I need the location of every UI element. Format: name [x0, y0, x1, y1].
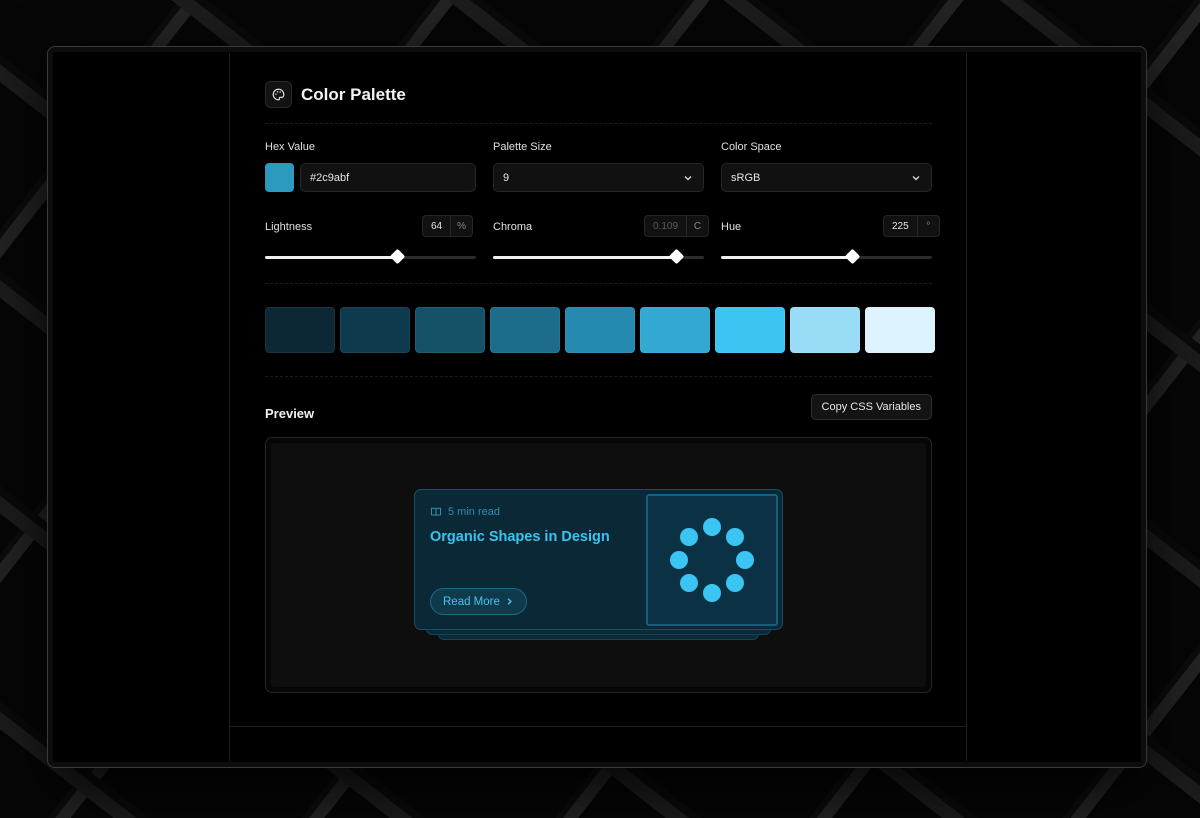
spinner-dot	[703, 518, 721, 536]
lightness-value: 64	[431, 220, 443, 232]
hex-value-label: Hex Value	[265, 141, 315, 153]
hue-value: 225	[892, 220, 909, 232]
hue-unit: °	[916, 216, 939, 236]
chevron-right-icon	[507, 598, 512, 605]
palette-swatches	[265, 307, 935, 353]
read-more-button[interactable]: Read More	[430, 588, 527, 615]
spinner-dot	[679, 527, 698, 546]
color-space-select[interactable]: sRGB	[721, 163, 932, 192]
hue-number-input[interactable]: 225 °	[883, 215, 940, 237]
hue-label: Hue	[721, 221, 742, 233]
palette-swatch[interactable]	[340, 307, 410, 353]
chevron-down-icon	[912, 176, 920, 181]
loading-spinner-image	[646, 494, 778, 626]
spinner-dot	[703, 584, 721, 602]
chevron-down-icon	[684, 176, 692, 181]
preview-canvas: 5 min read Organic Shapes in Design Read…	[271, 443, 926, 687]
read-time: 5 min read	[448, 506, 500, 518]
lightness-label: Lightness	[265, 221, 313, 233]
palette-swatch[interactable]	[715, 307, 785, 353]
palette-size-value: 9	[503, 171, 510, 184]
hex-input[interactable]: #2c9abf	[300, 163, 476, 192]
palette-swatch[interactable]	[415, 307, 485, 353]
lightness-slider[interactable]	[265, 248, 476, 265]
spinner-dot	[726, 527, 745, 546]
slider-fill	[721, 256, 853, 259]
chroma-number-input[interactable]: 0.109 C	[644, 215, 710, 237]
book-icon	[430, 507, 442, 516]
color-space-value: sRGB	[731, 171, 761, 184]
palette-swatch[interactable]	[490, 307, 560, 353]
card-meta: 5 min read	[430, 506, 500, 518]
divider	[265, 376, 932, 377]
copy-css-variables-button[interactable]: Copy CSS Variables	[810, 394, 932, 420]
spinner-dot	[679, 574, 698, 593]
content-column: Color Palette Hex Value Palette Size Col…	[229, 53, 967, 761]
palette-swatch[interactable]	[790, 307, 860, 353]
palette-size-select[interactable]: 9	[493, 163, 704, 192]
color-picker-swatch[interactable]	[265, 163, 294, 192]
preview-frame: 5 min read Organic Shapes in Design Read…	[265, 437, 932, 693]
page-title: Color Palette	[301, 84, 406, 104]
slider-thumb[interactable]	[668, 248, 685, 265]
read-more-label: Read More	[443, 595, 500, 608]
chroma-value: 0.109	[653, 220, 679, 232]
palette-swatch[interactable]	[565, 307, 635, 353]
lightness-unit: %	[450, 216, 472, 236]
chroma-unit: C	[686, 216, 708, 236]
spinner-dot	[736, 551, 754, 569]
palette-size-label: Palette Size	[493, 141, 552, 153]
app-window: Color Palette Hex Value Palette Size Col…	[47, 46, 1147, 768]
chroma-label: Chroma	[493, 221, 533, 233]
palette-swatch[interactable]	[265, 307, 335, 353]
hue-slider[interactable]	[721, 248, 932, 265]
spinner-dot	[670, 551, 688, 569]
palette-swatch[interactable]	[865, 307, 935, 353]
slider-fill	[493, 256, 677, 259]
slider-thumb[interactable]	[390, 248, 406, 265]
hex-input-value: #2c9abf	[310, 171, 350, 184]
card-title: Organic Shapes in Design	[430, 529, 610, 545]
divider	[265, 283, 932, 284]
lightness-number-input[interactable]: 64 %	[422, 215, 474, 237]
slider-thumb[interactable]	[845, 248, 861, 265]
chroma-slider[interactable]	[493, 248, 704, 265]
spinner-dot	[726, 574, 745, 593]
palette-swatch[interactable]	[640, 307, 710, 353]
divider	[265, 123, 932, 124]
palette-icon	[265, 81, 292, 108]
footer-divider	[230, 726, 966, 727]
panel-header: Color Palette	[265, 81, 406, 108]
slider-fill	[265, 256, 398, 259]
article-card[interactable]: 5 min read Organic Shapes in Design Read…	[414, 489, 783, 630]
preview-heading: Preview	[265, 406, 315, 421]
color-space-label: Color Space	[721, 141, 782, 153]
